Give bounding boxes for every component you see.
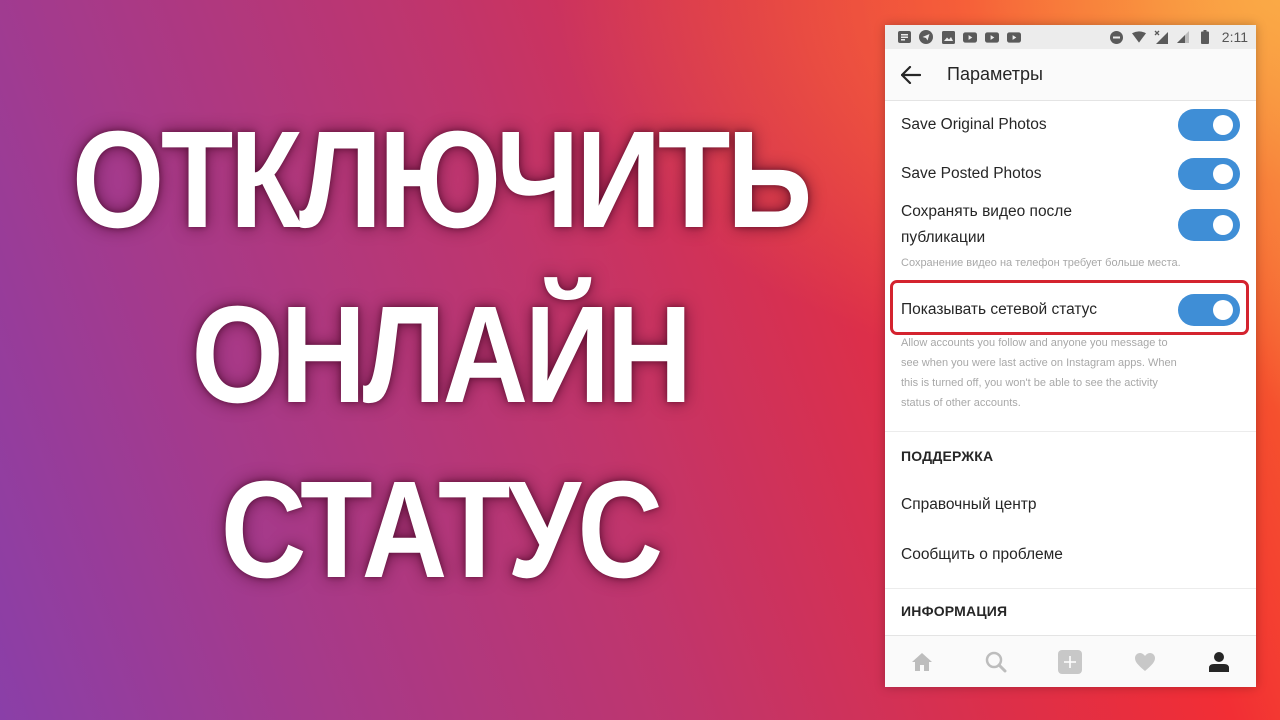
back-button[interactable]: [899, 63, 923, 87]
youtube-icon: [985, 31, 999, 44]
setting-hint: Allow accounts you follow and anyone you…: [885, 333, 1256, 413]
hint-line: see when you were last active on Instagr…: [901, 357, 1177, 369]
nav-home[interactable]: [902, 642, 942, 682]
setting-label: Save Original Photos: [901, 116, 1047, 133]
notification-list-icon: [897, 31, 911, 44]
save-posted-photos-toggle[interactable]: [1178, 158, 1240, 190]
setting-label: Сохранять видео после публикации: [901, 199, 1072, 251]
save-video-toggle[interactable]: [1178, 209, 1240, 241]
heart-icon: [1134, 652, 1155, 671]
setting-save-original-photos: Save Original Photos: [885, 101, 1256, 149]
wifi-icon: [1131, 31, 1146, 44]
do-not-disturb-icon: [1110, 30, 1124, 44]
setting-label-line: Сохранять видео после: [901, 203, 1072, 220]
save-original-photos-toggle[interactable]: [1178, 109, 1240, 141]
telegram-icon: [919, 30, 933, 44]
headline: ОТКЛЮЧИТЬ ОНЛАЙН СТАТУС: [0, 100, 880, 610]
show-activity-status-toggle[interactable]: [1178, 294, 1240, 326]
section-header-support: ПОДДЕРЖКА: [901, 448, 994, 464]
mobile-signal-no-data-icon: [1154, 30, 1168, 44]
setting-show-activity-status: Показывать сетевой статус: [885, 287, 1256, 333]
nav-activity[interactable]: [1125, 642, 1165, 682]
setting-hint: Сохранение видео на телефон требует боль…: [901, 257, 1181, 269]
gallery-icon: [941, 30, 955, 44]
setting-save-video: Сохранять видео после публикации: [885, 199, 1256, 251]
settings-list: Save Original Photos Save Posted Photos …: [885, 101, 1256, 633]
hint-line: this is turned off, you won't be able to…: [901, 377, 1158, 389]
arrow-left-icon: [901, 65, 921, 84]
battery-icon: [1198, 30, 1212, 44]
report-problem-link[interactable]: Сообщить о проблеме: [885, 530, 1256, 580]
setting-save-posted-photos: Save Posted Photos: [885, 149, 1256, 199]
home-icon: [912, 652, 933, 671]
clock: 2:11: [1221, 29, 1248, 45]
toggle-knob: [1213, 164, 1233, 184]
add-post-icon: [1058, 649, 1083, 674]
headline-line-2: ОНЛАЙН: [191, 278, 692, 432]
section-header-about: ИНФОРМАЦИЯ: [901, 603, 1008, 619]
app-bar: Параметры: [885, 49, 1256, 101]
setting-label: Показывать сетевой статус: [901, 301, 1097, 318]
toggle-knob: [1213, 300, 1233, 320]
nav-profile[interactable]: [1199, 642, 1239, 682]
youtube-icon: [963, 31, 977, 44]
toggle-knob: [1213, 115, 1233, 135]
headline-line-1: ОТКЛЮЧИТЬ: [71, 103, 812, 257]
youtube-icon: [1007, 31, 1021, 44]
hint-line: status of other accounts.: [901, 397, 1021, 409]
nav-add-post[interactable]: [1050, 642, 1090, 682]
bottom-navigation: [885, 635, 1256, 687]
phone-screenshot: 2:11 Параметры Save Original Photos Save…: [885, 25, 1256, 687]
help-center-link[interactable]: Справочный центр: [885, 480, 1256, 530]
search-icon: [986, 651, 1007, 672]
setting-label: Save Posted Photos: [901, 165, 1042, 182]
setting-label-line: публикации: [901, 229, 986, 246]
profile-icon: [1208, 651, 1229, 672]
headline-line-3: СТАТУС: [220, 453, 663, 607]
page-title: Параметры: [947, 64, 1043, 84]
signal-icon: [1176, 31, 1190, 44]
status-bar: 2:11: [885, 25, 1256, 49]
toggle-knob: [1213, 215, 1233, 235]
hint-line: Allow accounts you follow and anyone you…: [901, 337, 1168, 349]
nav-search[interactable]: [976, 642, 1016, 682]
